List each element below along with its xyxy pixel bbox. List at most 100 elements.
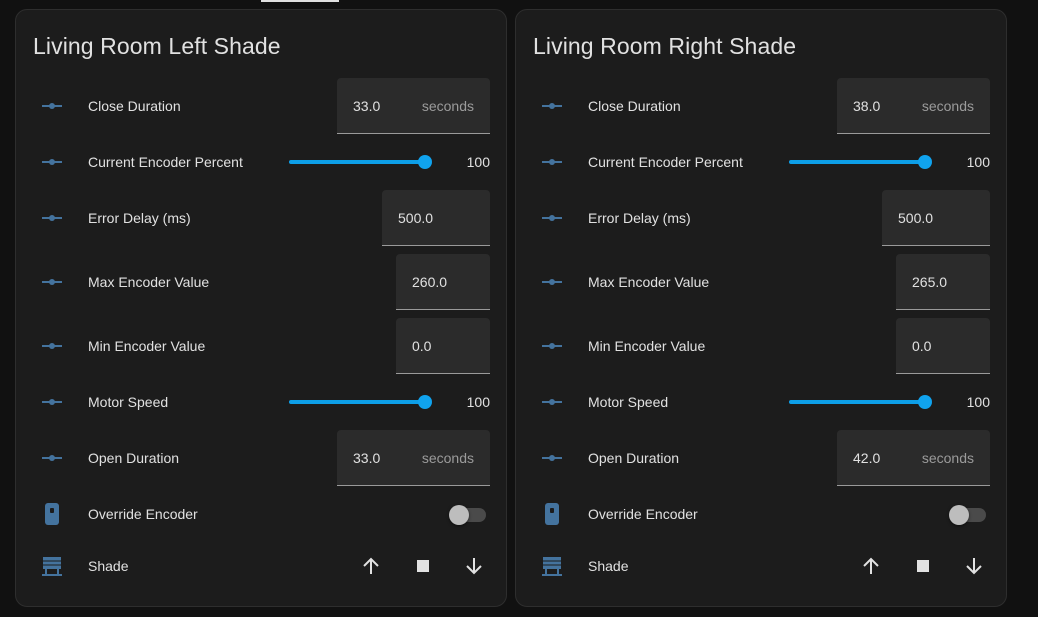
close-duration-label: Close Duration [588,98,681,114]
motor-speed-slider[interactable] [789,395,932,409]
min-encoder-input[interactable]: 0.0 [396,318,490,374]
min-encoder-label: Min Encoder Value [88,338,206,354]
close-duration-input[interactable]: 33.0 seconds [337,78,490,134]
open-duration-unit: seconds [421,450,474,466]
ray-vertex-icon [540,206,564,230]
current-encoder-percent-slider[interactable] [289,155,432,169]
motor-speed-slider[interactable] [289,395,432,409]
open-cover-button[interactable] [353,548,389,584]
current-encoder-percent-label: Current Encoder Percent [588,154,743,170]
max-encoder-value: 260.0 [412,274,448,290]
current-encoder-percent-value: 100 [466,154,490,170]
row-motor-speed: Motor Speed 100 [16,378,506,426]
open-duration-value: 42.0 [853,450,881,466]
row-max-encoder: Max Encoder Value 260.0 [16,254,506,310]
error-delay-label: Error Delay (ms) [588,210,691,226]
stop-icon [917,560,929,572]
ray-vertex-icon [540,150,564,174]
slider-thumb[interactable] [418,395,432,409]
row-override-encoder: Override Encoder [516,490,1006,538]
override-encoder-label: Override Encoder [88,506,198,522]
open-cover-button[interactable] [853,548,889,584]
row-motor-speed: Motor Speed 100 [516,378,1006,426]
card-title: Living Room Left Shade [33,33,281,59]
close-cover-button[interactable] [956,548,992,584]
ray-vertex-icon [540,270,564,294]
max-encoder-label: Max Encoder Value [88,274,210,290]
tab-indicator [261,0,339,2]
current-encoder-percent-label: Current Encoder Percent [88,154,243,170]
motor-speed-value: 100 [966,394,990,410]
row-override-encoder: Override Encoder [16,490,506,538]
max-encoder-input[interactable]: 260.0 [396,254,490,310]
arrow-down-icon [966,558,982,575]
override-encoder-label: Override Encoder [588,506,698,522]
row-close-duration: Close Duration 38.0 seconds [516,78,1006,134]
ray-vertex-icon [40,150,64,174]
ray-vertex-icon [40,94,64,118]
ray-vertex-icon [540,446,564,470]
open-duration-value: 33.0 [353,450,381,466]
row-current-encoder-percent: Current Encoder Percent 100 [16,138,506,186]
open-duration-unit: seconds [921,450,974,466]
close-duration-input[interactable]: 38.0 seconds [837,78,990,134]
motor-speed-label: Motor Speed [88,394,169,410]
close-duration-value: 33.0 [353,98,381,114]
ray-vertex-icon [540,94,564,118]
window-shutter-icon [40,554,64,578]
open-duration-input[interactable]: 33.0 seconds [337,430,490,486]
shade-label: Shade [88,558,129,574]
close-duration-value: 38.0 [853,98,881,114]
override-encoder-toggle[interactable] [949,505,986,525]
arrow-down-icon [466,558,482,575]
override-encoder-toggle[interactable] [449,505,486,525]
slider-thumb[interactable] [418,155,432,169]
min-encoder-label: Min Encoder Value [588,338,706,354]
open-duration-input[interactable]: 42.0 seconds [837,430,990,486]
row-min-encoder: Min Encoder Value 0.0 [16,318,506,374]
motor-speed-label: Motor Speed [588,394,669,410]
open-duration-label: Open Duration [88,450,180,466]
slider-thumb[interactable] [918,155,932,169]
min-encoder-input[interactable]: 0.0 [896,318,990,374]
row-error-delay: Error Delay (ms) 500.0 [516,190,1006,246]
stop-cover-button[interactable] [905,548,941,584]
error-delay-input[interactable]: 500.0 [882,190,990,246]
arrow-up-icon [863,557,879,574]
toggle-thumb[interactable] [449,505,469,525]
current-encoder-percent-slider[interactable] [789,155,932,169]
ray-vertex-icon [40,446,64,470]
close-duration-label: Close Duration [88,98,181,114]
shade-card-right: Living Room Right Shade Close Duration 3… [515,9,1007,607]
error-delay-input[interactable]: 500.0 [382,190,490,246]
error-delay-value: 500.0 [898,210,934,226]
close-duration-unit: seconds [421,98,474,114]
ray-vertex-icon [40,206,64,230]
row-shade: Shade [516,542,1006,590]
slider-thumb[interactable] [918,395,932,409]
row-open-duration: Open Duration 42.0 seconds [516,430,1006,486]
card-title: Living Room Right Shade [533,33,797,59]
ray-vertex-icon [40,390,64,414]
row-error-delay: Error Delay (ms) 500.0 [16,190,506,246]
motor-speed-value: 100 [466,394,490,410]
close-cover-button[interactable] [456,548,492,584]
ray-vertex-icon [540,390,564,414]
row-open-duration: Open Duration 33.0 seconds [16,430,506,486]
window-shutter-icon [540,554,564,578]
toggle-thumb[interactable] [949,505,969,525]
ray-vertex-icon [540,334,564,358]
error-delay-label: Error Delay (ms) [88,210,191,226]
stop-cover-button[interactable] [405,548,441,584]
remote-icon [40,502,64,526]
arrow-up-icon [363,557,379,574]
row-close-duration: Close Duration 33.0 seconds [16,78,506,134]
max-encoder-input[interactable]: 265.0 [896,254,990,310]
ray-vertex-icon [40,334,64,358]
remote-icon [540,502,564,526]
shade-card-left: Living Room Left Shade Close Duration 33… [15,9,507,607]
error-delay-value: 500.0 [398,210,434,226]
min-encoder-value: 0.0 [412,338,432,354]
shade-label: Shade [588,558,629,574]
max-encoder-value: 265.0 [912,274,948,290]
